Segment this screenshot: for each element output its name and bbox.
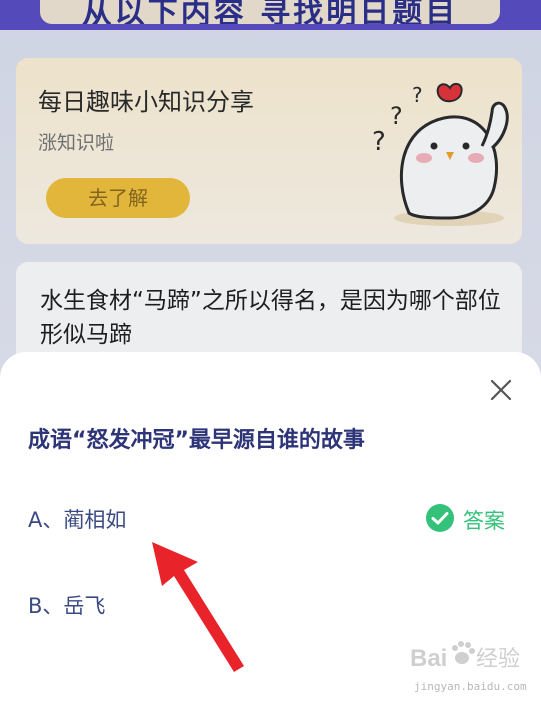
option-a-label: A、蔺相如	[28, 508, 127, 532]
watermark-url: jingyan.baidu.com	[414, 680, 527, 693]
baidu-watermark: Bai 经验 jingyan.baidu.com	[410, 636, 538, 698]
baidu-paw-logo-icon: Bai 经验	[410, 641, 520, 672]
svg-text:Bai: Bai	[410, 645, 447, 672]
option-a[interactable]: A、蔺相如 答案	[0, 490, 541, 546]
svg-text:经验: 经验	[476, 647, 520, 672]
quiz-question-title: 成语“怒发冲冠”最早源自谁的故事	[28, 428, 365, 453]
option-b-label: B、岳飞	[28, 594, 106, 618]
option-b[interactable]: B、岳飞	[0, 576, 541, 632]
close-icon[interactable]	[483, 372, 519, 408]
answer-label: 答案	[463, 509, 505, 533]
check-circle-icon	[426, 504, 454, 532]
